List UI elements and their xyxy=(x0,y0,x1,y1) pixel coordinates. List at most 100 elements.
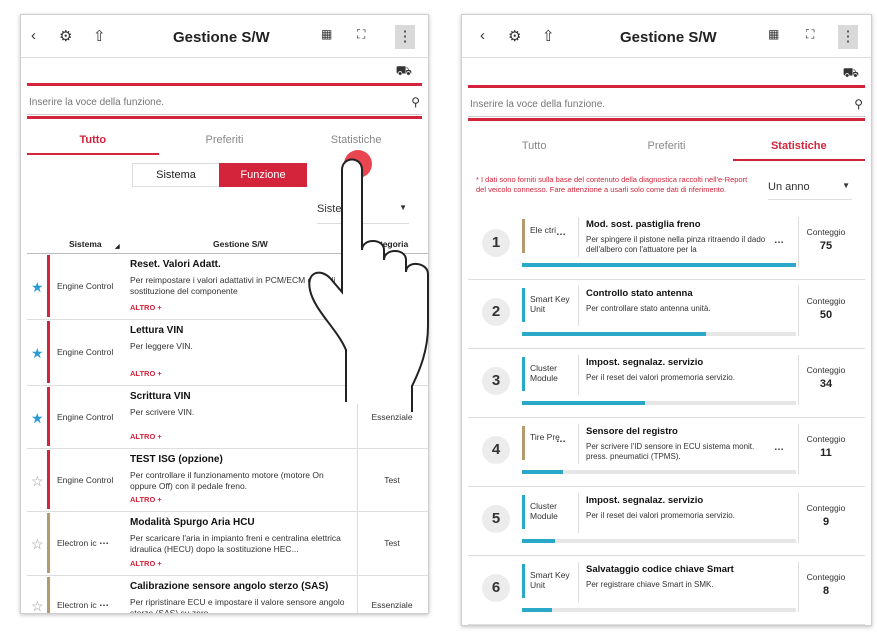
stat-row[interactable]: 3 Cluster Module Impost. segnalaz. servizi… xyxy=(468,349,865,418)
vci-settings-icon[interactable]: ⚙ xyxy=(508,27,521,45)
back-arrow-icon[interactable]: ‹ xyxy=(31,27,36,44)
favorite-star-icon[interactable]: ★ xyxy=(31,410,44,427)
function-title[interactable]: TEST ISG (opzione) xyxy=(130,454,223,465)
system-name: Electron ic xyxy=(57,538,97,548)
sd-card-icon[interactable]: ▦ xyxy=(768,27,779,41)
red-divider xyxy=(27,83,422,86)
segment-sistema[interactable]: Sistema xyxy=(132,163,220,187)
more-icon[interactable]: … xyxy=(774,235,784,246)
back-arrow-icon[interactable]: ‹ xyxy=(480,27,485,44)
sd-card-icon[interactable]: ▦ xyxy=(321,27,332,41)
table-row[interactable]: ☆ Electron ic… Calibrazione sensore angolo… xyxy=(27,575,428,613)
function-title[interactable]: Controllo stato antenna xyxy=(586,288,693,299)
stat-row[interactable]: 5 Cluster Module Impost. segnalaz. servizi… xyxy=(468,487,865,556)
kebab-icon[interactable]: ⋮ xyxy=(395,25,415,49)
fullscreen-icon[interactable]: ⛶ xyxy=(357,27,365,42)
function-desc: Per controllare il funzionamento motore … xyxy=(130,470,324,491)
car-search-icon[interactable]: ⛟ xyxy=(396,63,412,81)
system-name: Smart Key Unit xyxy=(530,294,570,314)
column-divider xyxy=(357,575,358,613)
system-color-bar xyxy=(47,387,50,446)
search-input[interactable] xyxy=(468,98,830,111)
upload-icon[interactable]: ⇧ xyxy=(93,27,106,45)
stat-row[interactable]: 2 Smart Key Unit Controllo stato antenna Pe… xyxy=(468,280,865,349)
red-divider xyxy=(468,118,865,121)
tab-preferiti[interactable]: Preferiti xyxy=(600,135,732,159)
altro-link[interactable]: ALTRO + xyxy=(130,303,162,312)
column-gestione[interactable]: Gestione S/W xyxy=(213,239,268,249)
search-input[interactable] xyxy=(27,96,387,109)
card-divider xyxy=(578,217,579,257)
function-title[interactable]: Lettura VIN xyxy=(130,325,183,336)
favorite-star-icon[interactable]: ☆ xyxy=(31,536,44,553)
fullscreen-icon[interactable]: ⛶ xyxy=(806,27,814,42)
upload-icon[interactable]: ⇧ xyxy=(542,27,555,45)
search-icon[interactable]: ⚲ xyxy=(854,97,863,111)
system-name: Smart Key Unit xyxy=(530,570,570,590)
system-name: Engine Control xyxy=(57,412,114,422)
vci-settings-icon[interactable]: ⚙ xyxy=(59,27,72,45)
search-icon[interactable]: ⚲ xyxy=(411,95,420,109)
usage-progress-bar xyxy=(522,263,796,267)
car-search-icon[interactable]: ⛟ xyxy=(843,65,859,83)
usage-progress-fill xyxy=(522,263,796,267)
column-divider xyxy=(798,424,799,474)
page-title: Gestione S/W xyxy=(173,29,270,46)
more-icon[interactable]: … xyxy=(556,434,566,445)
more-icon[interactable]: … xyxy=(99,536,109,547)
tab-preferiti[interactable]: Preferiti xyxy=(159,129,291,153)
system-color-bar xyxy=(522,357,525,391)
right-screen: ‹ ⚙ ⇧ Gestione S/W ▦ ⛶ ⋮ ⛟ ⚲ Tutto Prefe… xyxy=(461,14,872,626)
function-title[interactable]: Modalità Spurgo Aria HCU xyxy=(130,517,255,528)
search-bar[interactable]: ⚲ xyxy=(468,94,865,117)
system-name: Tire Pre xyxy=(530,432,560,442)
rank-badge: 6 xyxy=(482,574,510,602)
column-sistema[interactable]: Sistema xyxy=(69,239,102,249)
favorite-star-icon[interactable]: ★ xyxy=(31,279,44,296)
more-icon[interactable]: … xyxy=(99,598,109,609)
function-title[interactable]: Scrittura VIN xyxy=(130,391,191,402)
usage-progress-fill xyxy=(522,608,553,612)
stat-row[interactable]: 1 Ele ctri… Mod. sost. pastiglia freno Per … xyxy=(468,211,865,280)
altro-link[interactable]: ALTRO + xyxy=(130,432,162,441)
more-icon[interactable]: … xyxy=(556,227,566,238)
column-divider xyxy=(798,217,799,267)
tab-statistiche[interactable]: Statistiche xyxy=(732,135,865,161)
function-title[interactable]: Mod. sost. pastiglia freno xyxy=(586,219,701,230)
function-title[interactable]: Impost. segnalaz. servizio xyxy=(586,357,703,368)
function-title[interactable]: Impost. segnalaz. servizio xyxy=(586,495,703,506)
altro-link[interactable]: ALTRO + xyxy=(130,559,162,568)
function-title[interactable]: Salvataggio codice chiave Smart xyxy=(586,564,734,575)
count-value: 34 xyxy=(819,378,833,390)
favorite-star-icon[interactable]: ★ xyxy=(31,345,44,362)
function-title[interactable]: Calibrazione sensore angolo sterzo (SAS) xyxy=(130,581,328,592)
segment-funzione[interactable]: Funzione xyxy=(219,163,307,187)
search-bar[interactable]: ⚲ xyxy=(27,92,422,115)
tab-tutto[interactable]: Tutto xyxy=(468,135,600,159)
function-title[interactable]: Reset. Valori Adatt. xyxy=(130,259,221,270)
count-value: 50 xyxy=(819,309,833,321)
stat-row[interactable]: 6 Smart Key Unit Salvataggio codice chiave… xyxy=(468,556,865,625)
favorite-star-icon[interactable]: ☆ xyxy=(31,473,44,490)
system-name: Cluster Module xyxy=(530,363,558,383)
altro-link[interactable]: ALTRO + xyxy=(130,495,162,504)
kebab-icon[interactable]: ⋮ xyxy=(838,25,858,49)
favorite-star-icon[interactable]: ☆ xyxy=(31,598,44,613)
function-title[interactable]: Sensore del registro xyxy=(586,426,678,437)
system-color-bar xyxy=(47,321,50,383)
system-name: Cluster Module xyxy=(530,501,558,521)
table-row[interactable]: ☆ Electron ic… Modalità Spurgo Aria HCU Per… xyxy=(27,511,428,576)
function-desc: Per il reset dei valori promemoria servi… xyxy=(586,373,735,382)
tab-tutto[interactable]: Tutto xyxy=(27,129,159,155)
red-divider xyxy=(27,116,422,119)
altro-link[interactable]: ALTRO + xyxy=(130,369,162,378)
count-label: Conteggio xyxy=(806,296,846,306)
card-divider xyxy=(578,424,579,464)
function-desc: Per spingere il pistone nella pinza ritr… xyxy=(586,235,766,254)
sort-icon: ◢ xyxy=(115,244,120,250)
table-row[interactable]: ☆ Engine Control TEST ISG (opzione) Per con… xyxy=(27,448,428,512)
stat-row[interactable]: 4 Tire Pre… Sensore del registro Per scrive… xyxy=(468,418,865,487)
rank-badge: 5 xyxy=(482,505,510,533)
period-dropdown[interactable]: Un anno ▼ xyxy=(768,181,852,200)
more-icon[interactable]: … xyxy=(774,442,784,453)
